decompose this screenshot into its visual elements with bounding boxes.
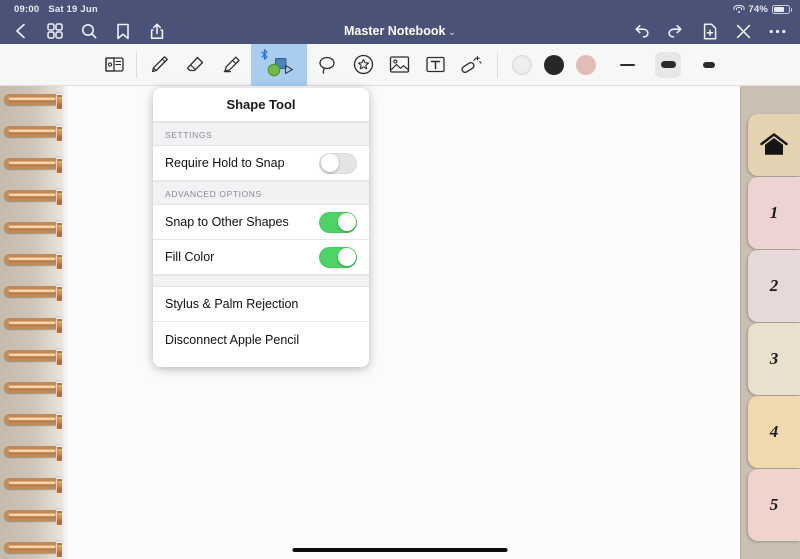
- spiral-ring: [4, 188, 62, 205]
- magic-wand-tool[interactable]: [456, 49, 486, 81]
- stroke-width-small[interactable]: [696, 52, 722, 78]
- tab-3[interactable]: 3: [748, 323, 800, 395]
- home-icon: [760, 133, 788, 157]
- toggle-knob: [337, 248, 356, 266]
- section-header-settings: SETTINGS: [153, 122, 369, 146]
- side-tabs: 1 2 3 4 5: [740, 86, 800, 559]
- highlighter-tool[interactable]: [216, 49, 246, 81]
- section-header-advanced-options: ADVANCED OPTIONS: [153, 181, 369, 205]
- tab-label: 2: [769, 276, 779, 295]
- tab-2[interactable]: 2: [748, 250, 800, 322]
- stroke-preview: [619, 63, 635, 66]
- back-icon[interactable]: [12, 23, 29, 40]
- shape-tool-popover: Shape Tool SETTINGS Require Hold to Snap…: [153, 88, 369, 367]
- spiral-ring: [4, 92, 62, 109]
- stroke-width-medium[interactable]: [655, 51, 681, 78]
- row-label: Fill Color: [165, 250, 215, 264]
- toggle-knob: [320, 154, 339, 172]
- spiral-ring: [4, 412, 62, 429]
- stroke-preview: [703, 61, 715, 68]
- bookmark-icon[interactable]: [114, 23, 131, 40]
- bluetooth-icon: [261, 48, 268, 60]
- spiral-ring: [4, 124, 62, 141]
- section-gap: [153, 275, 369, 287]
- tab-label: 4: [769, 422, 779, 441]
- toolbar-divider: [136, 51, 137, 78]
- tab-5[interactable]: 5: [748, 469, 800, 541]
- spiral-ring: [4, 156, 62, 173]
- notebook-title-text: Master Notebook: [344, 24, 446, 38]
- tab-1[interactable]: 1: [748, 177, 800, 249]
- status-date: Sat 19 Jun: [48, 3, 98, 15]
- notebook-title-button[interactable]: Master Notebook ⌄: [344, 24, 456, 38]
- battery-icon: [772, 4, 792, 14]
- spiral-ring: [4, 508, 62, 525]
- search-icon[interactable]: [80, 23, 97, 40]
- require-hold-to-snap-toggle[interactable]: [319, 152, 357, 174]
- color-swatch-pink[interactable]: [576, 54, 596, 75]
- color-swatch-white[interactable]: [512, 54, 532, 75]
- toolbar: [0, 43, 800, 86]
- fill-color-toggle[interactable]: [319, 246, 357, 268]
- stroke-width-thin[interactable]: [614, 52, 640, 78]
- redo-icon[interactable]: [667, 23, 684, 40]
- spiral-ring: [4, 316, 62, 333]
- tab-label: 1: [769, 203, 779, 222]
- row-label: Stylus & Palm Rejection: [165, 297, 299, 311]
- undo-icon[interactable]: [633, 23, 650, 40]
- share-icon[interactable]: [148, 23, 165, 40]
- chevron-down-icon: ⌄: [448, 27, 456, 37]
- home-indicator[interactable]: [292, 548, 508, 552]
- tab-label: 3: [769, 349, 779, 368]
- image-tool[interactable]: [384, 49, 414, 81]
- row-label: Disconnect Apple Pencil: [165, 332, 300, 347]
- tab-home[interactable]: [748, 114, 800, 176]
- stroke-preview: [660, 61, 676, 68]
- spiral-ring: [4, 284, 62, 301]
- spiral-ring: [4, 348, 62, 365]
- color-swatch-black[interactable]: [544, 54, 564, 75]
- shape-tool[interactable]: [251, 43, 307, 86]
- canvas-area[interactable]: [0, 86, 800, 559]
- tab-label: 5: [769, 495, 779, 514]
- row-snap-to-other-shapes[interactable]: Snap to Other Shapes: [153, 205, 369, 240]
- spiral-ring: [4, 252, 62, 269]
- more-icon[interactable]: [769, 23, 786, 40]
- battery-percent: 74%: [748, 3, 768, 15]
- popover-title: Shape Tool: [153, 88, 369, 122]
- row-disconnect-apple-pencil[interactable]: Disconnect Apple Pencil: [153, 322, 369, 357]
- pen-tool[interactable]: [144, 49, 174, 81]
- wifi-icon: [733, 4, 745, 14]
- text-tool[interactable]: [420, 49, 450, 81]
- tab-4[interactable]: 4: [748, 396, 800, 468]
- row-fill-color[interactable]: Fill Color: [153, 240, 369, 275]
- close-icon[interactable]: [735, 23, 752, 40]
- spiral-ring: [4, 444, 62, 461]
- row-require-hold-to-snap[interactable]: Require Hold to Snap: [153, 146, 369, 181]
- toggle-knob: [337, 213, 356, 231]
- spiral-ring: [4, 476, 62, 493]
- row-stylus-palm-rejection[interactable]: Stylus & Palm Rejection: [153, 287, 369, 322]
- eraser-tool[interactable]: [180, 49, 210, 81]
- snap-to-other-shapes-toggle[interactable]: [319, 211, 357, 233]
- add-page-icon[interactable]: [701, 23, 718, 40]
- row-label: Require Hold to Snap: [165, 156, 285, 170]
- spiral-ring: [4, 220, 62, 237]
- nav-bar: Master Notebook ⌄: [0, 18, 800, 44]
- sticker-tool[interactable]: [348, 49, 378, 81]
- spiral-ring: [4, 380, 62, 397]
- grid-view-icon[interactable]: [46, 23, 63, 40]
- popover-footer: [153, 357, 369, 367]
- status-bar: 09:00 Sat 19 Jun 74%: [0, 0, 800, 18]
- status-time: 09:00: [14, 3, 40, 15]
- lasso-tool[interactable]: [312, 49, 342, 81]
- spiral-ring: [4, 540, 62, 557]
- row-label: Snap to Other Shapes: [165, 215, 289, 229]
- spiral-binding: [0, 86, 62, 559]
- toolbar-divider: [497, 51, 498, 78]
- page-flip-tool[interactable]: [99, 49, 129, 81]
